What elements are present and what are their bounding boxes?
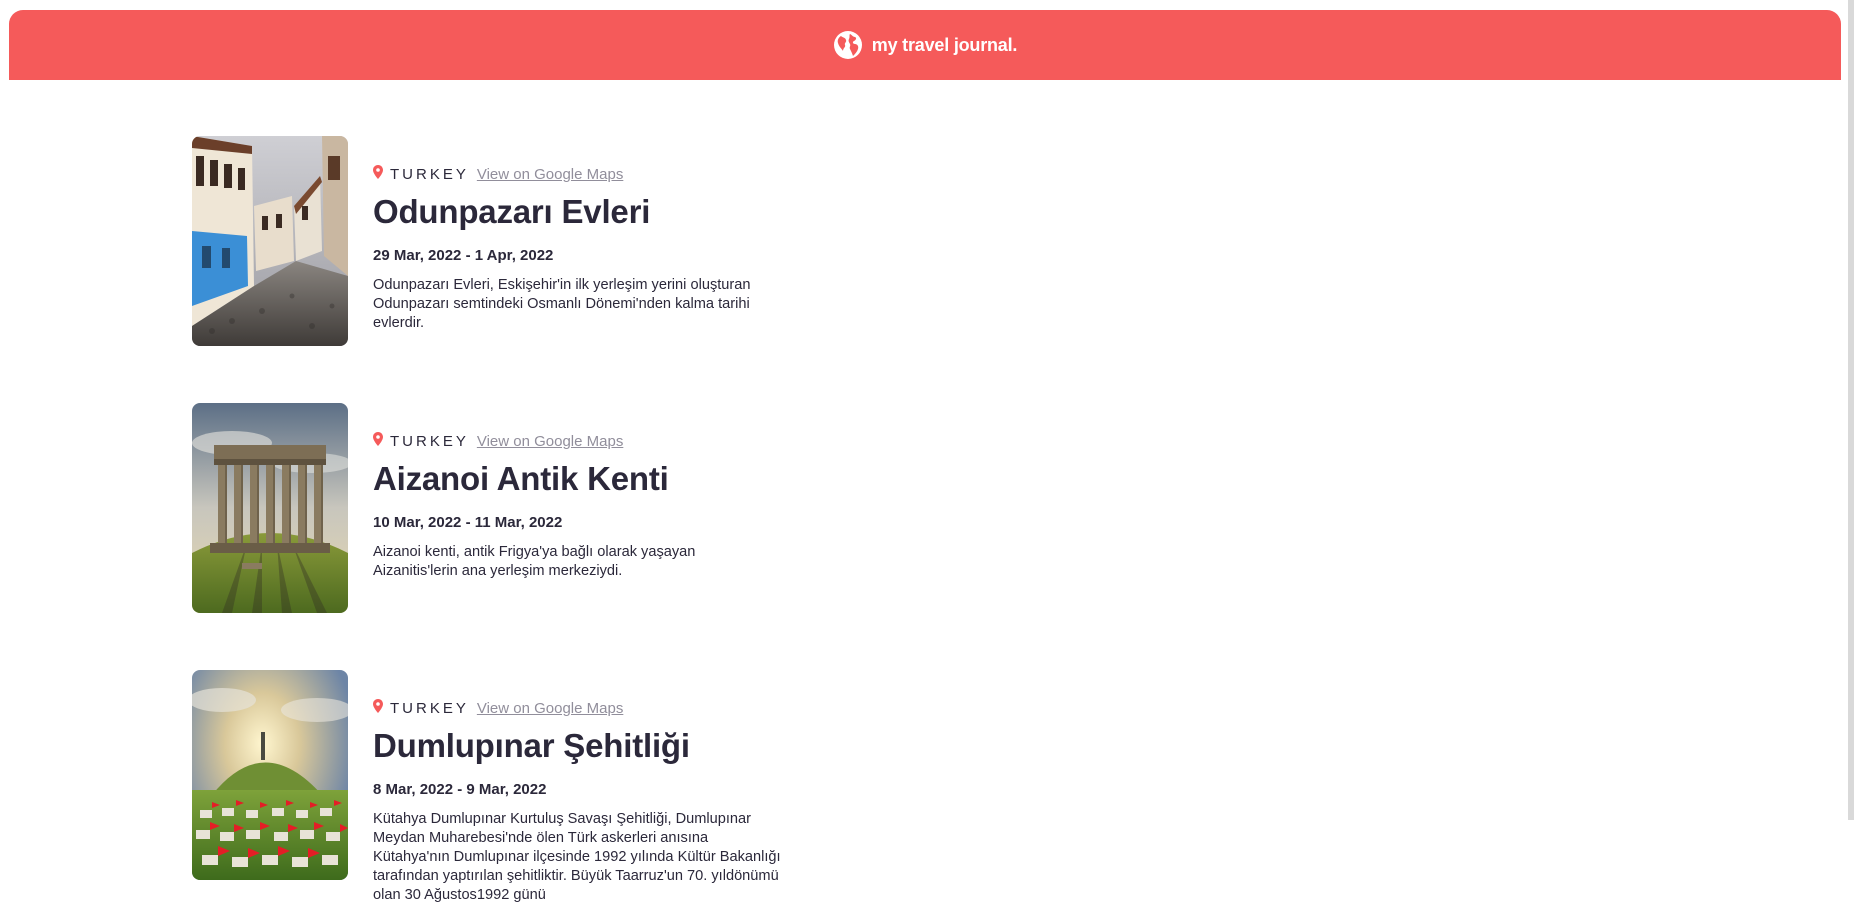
- location-row: TURKEY View on Google Maps: [373, 698, 793, 718]
- entry-image-aizanoi: [192, 403, 348, 613]
- location-row: TURKEY View on Google Maps: [373, 164, 793, 184]
- entry-body: TURKEY View on Google Maps Odunpazarı Ev…: [373, 164, 793, 333]
- page: my travel journal. TURKEY View on Google…: [0, 0, 1854, 903]
- google-maps-link[interactable]: View on Google Maps: [477, 166, 623, 183]
- app-header: my travel journal.: [9, 10, 1841, 80]
- location-pin-icon: [373, 432, 383, 446]
- location-pin-icon: [373, 165, 383, 179]
- entry-description: Odunpazarı Evleri, Eskişehir'in ilk yerl…: [373, 277, 751, 331]
- google-maps-link[interactable]: View on Google Maps: [477, 433, 623, 450]
- header-brand: my travel journal.: [833, 30, 1017, 60]
- app-title: my travel journal.: [871, 34, 1018, 55]
- entry-title: Aizanoi Antik Kenti: [373, 460, 669, 497]
- entry-image-odunpazari: [192, 136, 348, 346]
- entry-title: Dumlupınar Şehitliği: [373, 727, 690, 764]
- entry-image-dumlupinar: [192, 670, 348, 880]
- journal-entry: TURKEY View on Google Maps Dumlupınar Şe…: [192, 670, 892, 903]
- entry-description: Kütahya Dumlupınar Kurtuluş Savaşı Şehit…: [373, 811, 781, 903]
- entry-dates: 29 Mar, 2022 - 1 Apr, 2022: [373, 247, 554, 264]
- location-pin-icon: [373, 699, 383, 713]
- entry-photo: [192, 403, 348, 613]
- entry-photo: [192, 670, 348, 880]
- entry-dates: 10 Mar, 2022 - 11 Mar, 2022: [373, 514, 563, 531]
- entry-dates: 8 Mar, 2022 - 9 Mar, 2022: [373, 781, 547, 798]
- entry-body: TURKEY View on Google Maps Aizanoi Antik…: [373, 431, 793, 581]
- scrollbar[interactable]: [1848, 0, 1854, 820]
- journal-entries: TURKEY View on Google Maps Odunpazarı Ev…: [192, 136, 892, 903]
- entry-title: Odunpazarı Evleri: [373, 193, 651, 230]
- google-maps-link[interactable]: View on Google Maps: [477, 700, 623, 717]
- entry-country: TURKEY: [390, 699, 469, 717]
- entry-country: TURKEY: [390, 165, 469, 183]
- location-row: TURKEY View on Google Maps: [373, 431, 793, 451]
- entry-country: TURKEY: [390, 432, 469, 450]
- journal-entry: TURKEY View on Google Maps Odunpazarı Ev…: [192, 136, 892, 403]
- entry-photo: [192, 136, 348, 346]
- journal-entry: TURKEY View on Google Maps Aizanoi Antik…: [192, 403, 892, 670]
- entry-body: TURKEY View on Google Maps Dumlupınar Şe…: [373, 698, 793, 903]
- entry-description: Aizanoi kenti, antik Frigya'ya bağlı ola…: [373, 544, 696, 579]
- globe-icon: [833, 31, 862, 59]
